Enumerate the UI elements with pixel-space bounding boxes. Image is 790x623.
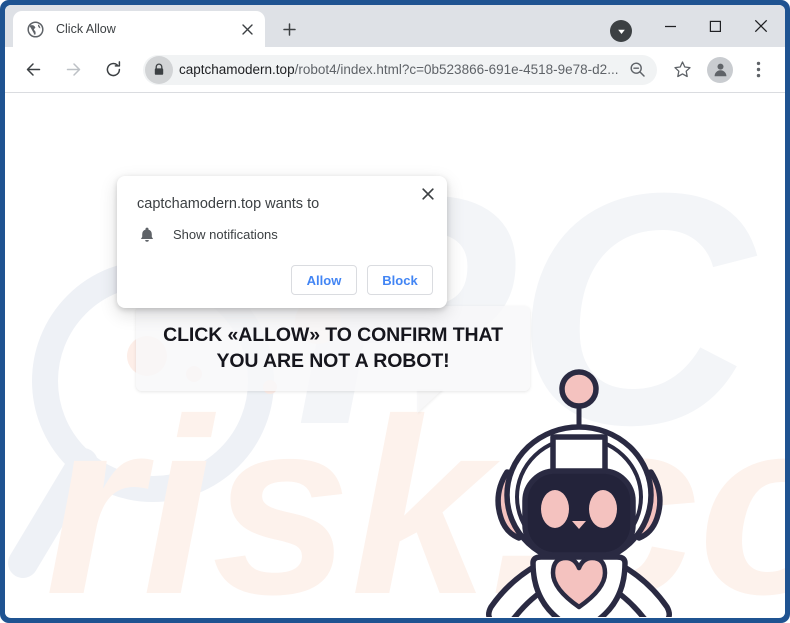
avatar [707,56,733,83]
dialog-actions: Allow Block [291,265,433,295]
browser-toolbar: captchamodern.top/robot4/index.html?c=0b… [5,47,785,93]
block-button[interactable]: Block [367,265,433,295]
speech-bubble-text: CLICK «ALLOW» TO CONFIRM THAT YOU ARE NO… [163,324,503,372]
speech-bubble: CLICK «ALLOW» TO CONFIRM THAT YOU ARE NO… [136,306,530,391]
tab-strip: Click Allow [5,5,785,47]
globe-icon [27,20,44,38]
dialog-close-icon[interactable] [417,183,439,205]
permission-label: Show notifications [173,226,278,242]
back-arrow-icon[interactable] [18,55,48,85]
address-bar[interactable]: captchamodern.top/robot4/index.html?c=0b… [143,54,657,85]
close-icon[interactable] [237,19,257,39]
permission-row: Show notifications [137,224,278,244]
dialog-title: captchamodern.top wants to [137,196,320,212]
person-icon[interactable] [705,55,735,85]
download-arrow-icon[interactable] [610,20,632,42]
star-icon[interactable] [667,55,697,85]
window-close-icon[interactable] [738,5,783,47]
reload-icon[interactable] [98,55,128,85]
url-path: /robot4/index.html?c=0b523866-691e-4518-… [294,62,619,77]
browser-tab[interactable]: Click Allow [13,11,265,47]
lock-icon[interactable] [145,55,173,84]
allow-button[interactable]: Allow [291,265,357,295]
browser-window-inner: Click Allow captchamodern.top/robot4/ind… [5,5,785,618]
forward-arrow-icon[interactable] [58,55,88,85]
three-dots-icon[interactable] [743,55,773,85]
url-text: captchamodern.top/robot4/index.html?c=0b… [179,62,621,77]
url-host: captchamodern.top [179,62,295,77]
page-content: PC risk.com CLICK «ALLOW» TO CONFIRM THA… [5,93,785,617]
minimize-icon[interactable] [648,5,693,47]
notification-permission-dialog: captchamodern.top wants to Show notifica… [117,176,447,308]
tab-title: Click Allow [56,22,116,36]
browser-window: Click Allow captchamodern.top/robot4/ind… [0,0,790,623]
maximize-icon[interactable] [693,5,738,47]
zoom-out-icon[interactable] [625,58,649,82]
new-tab-button[interactable] [275,15,303,43]
robot-mascot-illustration [486,369,672,617]
window-controls [610,5,785,47]
bell-icon [137,224,157,244]
speech-bubble-tail [417,389,443,413]
